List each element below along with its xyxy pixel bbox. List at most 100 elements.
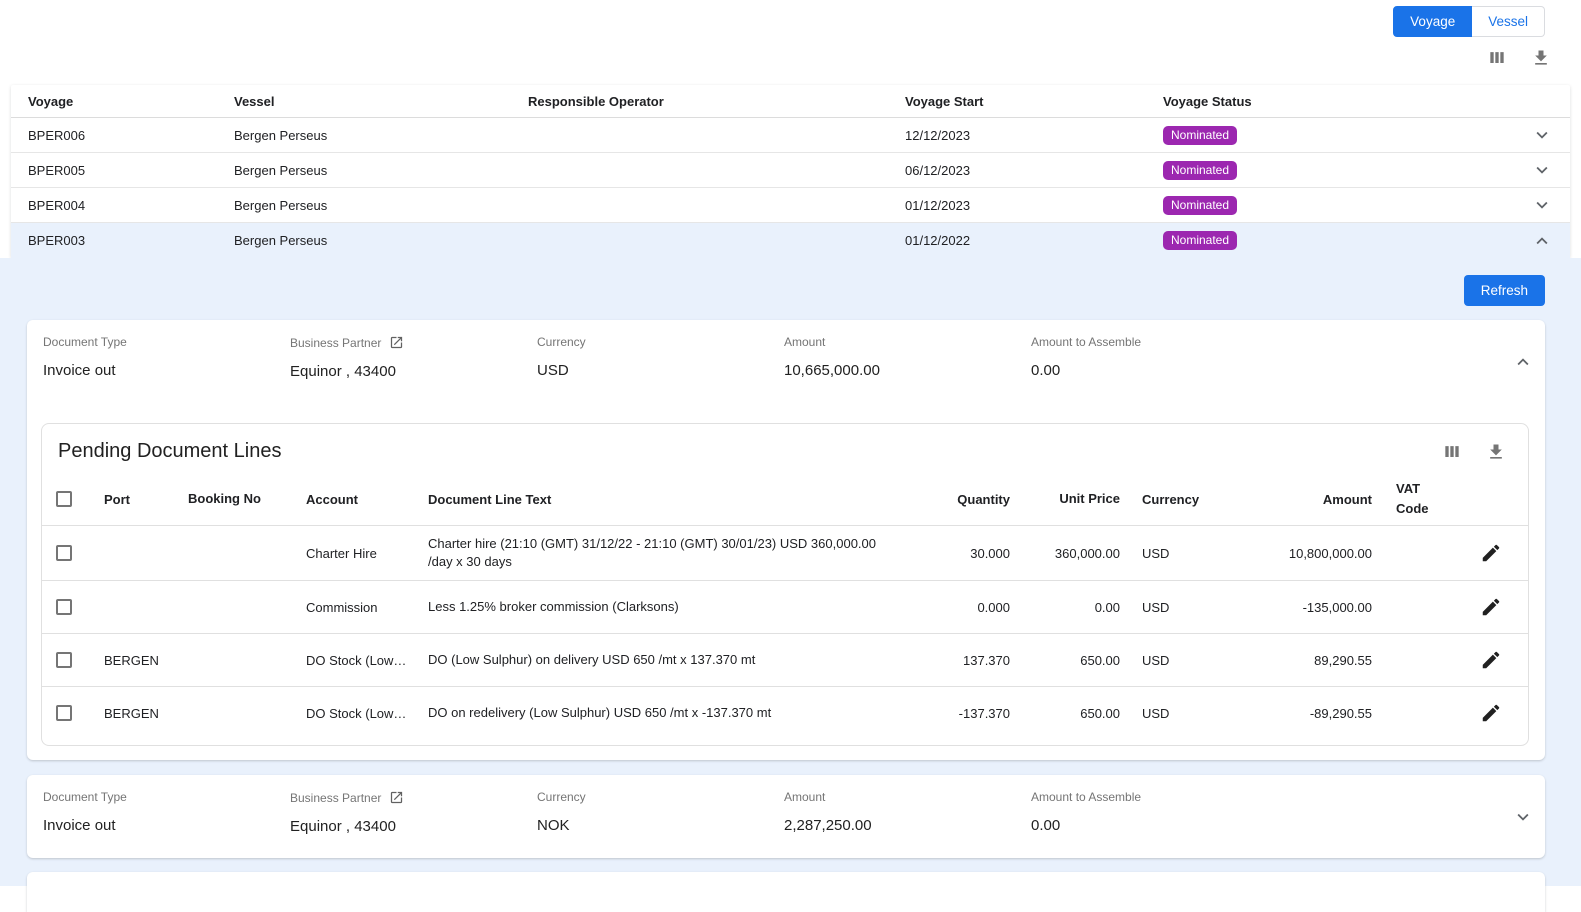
document-summary: Document Type Invoice out Business Partn… (27, 775, 1545, 835)
vessel-name: Bergen Perseus (234, 128, 528, 143)
document-type-field: Document Type Invoice out (43, 335, 290, 380)
amount-field: Amount 10,665,000.00 (784, 335, 1031, 380)
quantity-cell: 0.000 (908, 600, 1014, 615)
col-vessel: Vessel (234, 94, 528, 109)
amount-cell: -89,290.55 (1216, 706, 1376, 721)
account-cell: DO Stock (Low… (306, 706, 428, 721)
vessel-name: Bergen Perseus (234, 233, 528, 248)
pending-lines-title: Pending Document Lines (58, 440, 281, 463)
row-checkbox[interactable] (56, 705, 72, 721)
chevron-down-icon[interactable] (1531, 159, 1553, 181)
document-type-value: Invoice out (43, 817, 290, 834)
document-summary: Document Type Invoice out Business Partn… (27, 320, 1545, 380)
currency-cell: USD (1124, 706, 1216, 721)
voyage-id: BPER004 (28, 198, 234, 213)
open-in-new-icon[interactable] (389, 790, 404, 805)
document-line-text-cell: Less 1.25% broker commission (Clarksons) (428, 598, 908, 616)
download-icon[interactable] (1531, 48, 1551, 68)
amount-value: 2,287,250.00 (784, 817, 1031, 834)
amount-cell: -135,000.00 (1216, 600, 1376, 615)
col-account: Account (306, 492, 428, 507)
col-booking-no: Booking No (188, 489, 306, 509)
document-type-value: Invoice out (43, 362, 290, 379)
chevron-down-icon[interactable] (1531, 194, 1553, 216)
vessel-toggle-button[interactable]: Vessel (1472, 6, 1545, 37)
columns-icon[interactable] (1487, 48, 1507, 68)
chevron-down-icon[interactable] (1531, 124, 1553, 146)
chevron-up-icon[interactable] (1531, 230, 1553, 252)
expand-document-icon[interactable] (1512, 806, 1534, 828)
document-line-row: BERGEN DO Stock (Low… DO on redelivery (… (42, 686, 1528, 739)
col-port: Port (104, 492, 188, 507)
columns-icon[interactable] (1442, 442, 1462, 462)
amount-to-assemble-field: Amount to Assemble 0.00 (1031, 790, 1501, 835)
document-line-text-cell: DO on redelivery (Low Sulphur) USD 650 /… (428, 704, 908, 722)
amount-to-assemble-value: 0.00 (1031, 817, 1501, 834)
document-type-field: Document Type Invoice out (43, 790, 290, 835)
edit-icon[interactable] (1480, 702, 1502, 724)
col-voyage-start: Voyage Start (905, 94, 1163, 109)
open-in-new-icon[interactable] (389, 335, 404, 350)
voyage-table: Voyage Vessel Responsible Operator Voyag… (11, 85, 1570, 258)
voyage-toggle-button[interactable]: Voyage (1393, 6, 1472, 37)
document-line-row: Charter Hire Charter hire (21:10 (GMT) 3… (42, 525, 1528, 580)
port-cell: BERGEN (104, 653, 188, 668)
currency-cell: USD (1124, 653, 1216, 668)
currency-cell: USD (1124, 546, 1216, 561)
col-voyage-status: Voyage Status (1163, 94, 1514, 109)
document-card-nok: Document Type Invoice out Business Partn… (27, 775, 1545, 858)
col-responsible-operator: Responsible Operator (528, 94, 905, 109)
document-line-row: Commission Less 1.25% broker commission … (42, 580, 1528, 633)
amount-label: Amount (784, 335, 1031, 349)
status-badge: Nominated (1163, 196, 1237, 215)
amount-to-assemble-label: Amount to Assemble (1031, 790, 1501, 804)
download-icon[interactable] (1486, 442, 1506, 462)
voyage-row-bper003[interactable]: BPER003 Bergen Perseus 01/12/2022 Nomina… (11, 223, 1570, 258)
currency-field: Currency USD (537, 335, 784, 380)
voyage-start-date: 01/12/2022 (905, 233, 1163, 248)
amount-to-assemble-label: Amount to Assemble (1031, 335, 1501, 349)
col-amount: Amount (1216, 492, 1376, 507)
view-toggle-group: Voyage Vessel (1393, 6, 1545, 37)
row-checkbox[interactable] (56, 545, 72, 561)
quantity-cell: -137.370 (908, 706, 1014, 721)
edit-icon[interactable] (1480, 596, 1502, 618)
unit-price-cell: 650.00 (1014, 706, 1124, 721)
business-partner-value: Equinor , 43400 (290, 818, 537, 835)
unit-price-cell: 0.00 (1014, 600, 1124, 615)
col-voyage: Voyage (28, 94, 234, 109)
voyage-table-header: Voyage Vessel Responsible Operator Voyag… (11, 85, 1570, 118)
status-badge: Nominated (1163, 161, 1237, 180)
amount-cell: 89,290.55 (1216, 653, 1376, 668)
currency-cell: USD (1124, 600, 1216, 615)
business-partner-label: Business Partner (290, 791, 381, 805)
edit-icon[interactable] (1480, 542, 1502, 564)
voyage-table-toolbar (1487, 48, 1551, 68)
voyage-start-date: 06/12/2023 (905, 163, 1163, 178)
amount-to-assemble-value: 0.00 (1031, 362, 1501, 379)
unit-price-cell: 360,000.00 (1014, 546, 1124, 561)
vessel-name: Bergen Perseus (234, 163, 528, 178)
document-line-row: BERGEN DO Stock (Low… DO (Low Sulphur) o… (42, 633, 1528, 686)
amount-cell: 10,800,000.00 (1216, 546, 1376, 561)
voyage-start-date: 12/12/2023 (905, 128, 1163, 143)
voyage-id: BPER003 (28, 233, 234, 248)
voyage-row-bper006[interactable]: BPER006 Bergen Perseus 12/12/2023 Nomina… (11, 118, 1570, 153)
port-cell: BERGEN (104, 706, 188, 721)
unit-price-cell: 650.00 (1014, 653, 1124, 668)
collapse-document-icon[interactable] (1512, 351, 1534, 373)
select-all-checkbox[interactable] (56, 491, 72, 507)
document-card-partial (27, 872, 1545, 912)
edit-icon[interactable] (1480, 649, 1502, 671)
refresh-button[interactable]: Refresh (1464, 275, 1545, 306)
business-partner-field: Business Partner Equinor , 43400 (290, 790, 537, 835)
row-checkbox[interactable] (56, 599, 72, 615)
currency-value: USD (537, 362, 784, 379)
voyage-detail-panel: Refresh Document Type Invoice out Busine… (0, 258, 1581, 886)
voyage-row-bper004[interactable]: BPER004 Bergen Perseus 01/12/2023 Nomina… (11, 188, 1570, 223)
amount-label: Amount (784, 790, 1031, 804)
status-badge: Nominated (1163, 126, 1237, 145)
voyage-row-bper005[interactable]: BPER005 Bergen Perseus 06/12/2023 Nomina… (11, 153, 1570, 188)
row-checkbox[interactable] (56, 652, 72, 668)
col-currency: Currency (1124, 492, 1216, 507)
